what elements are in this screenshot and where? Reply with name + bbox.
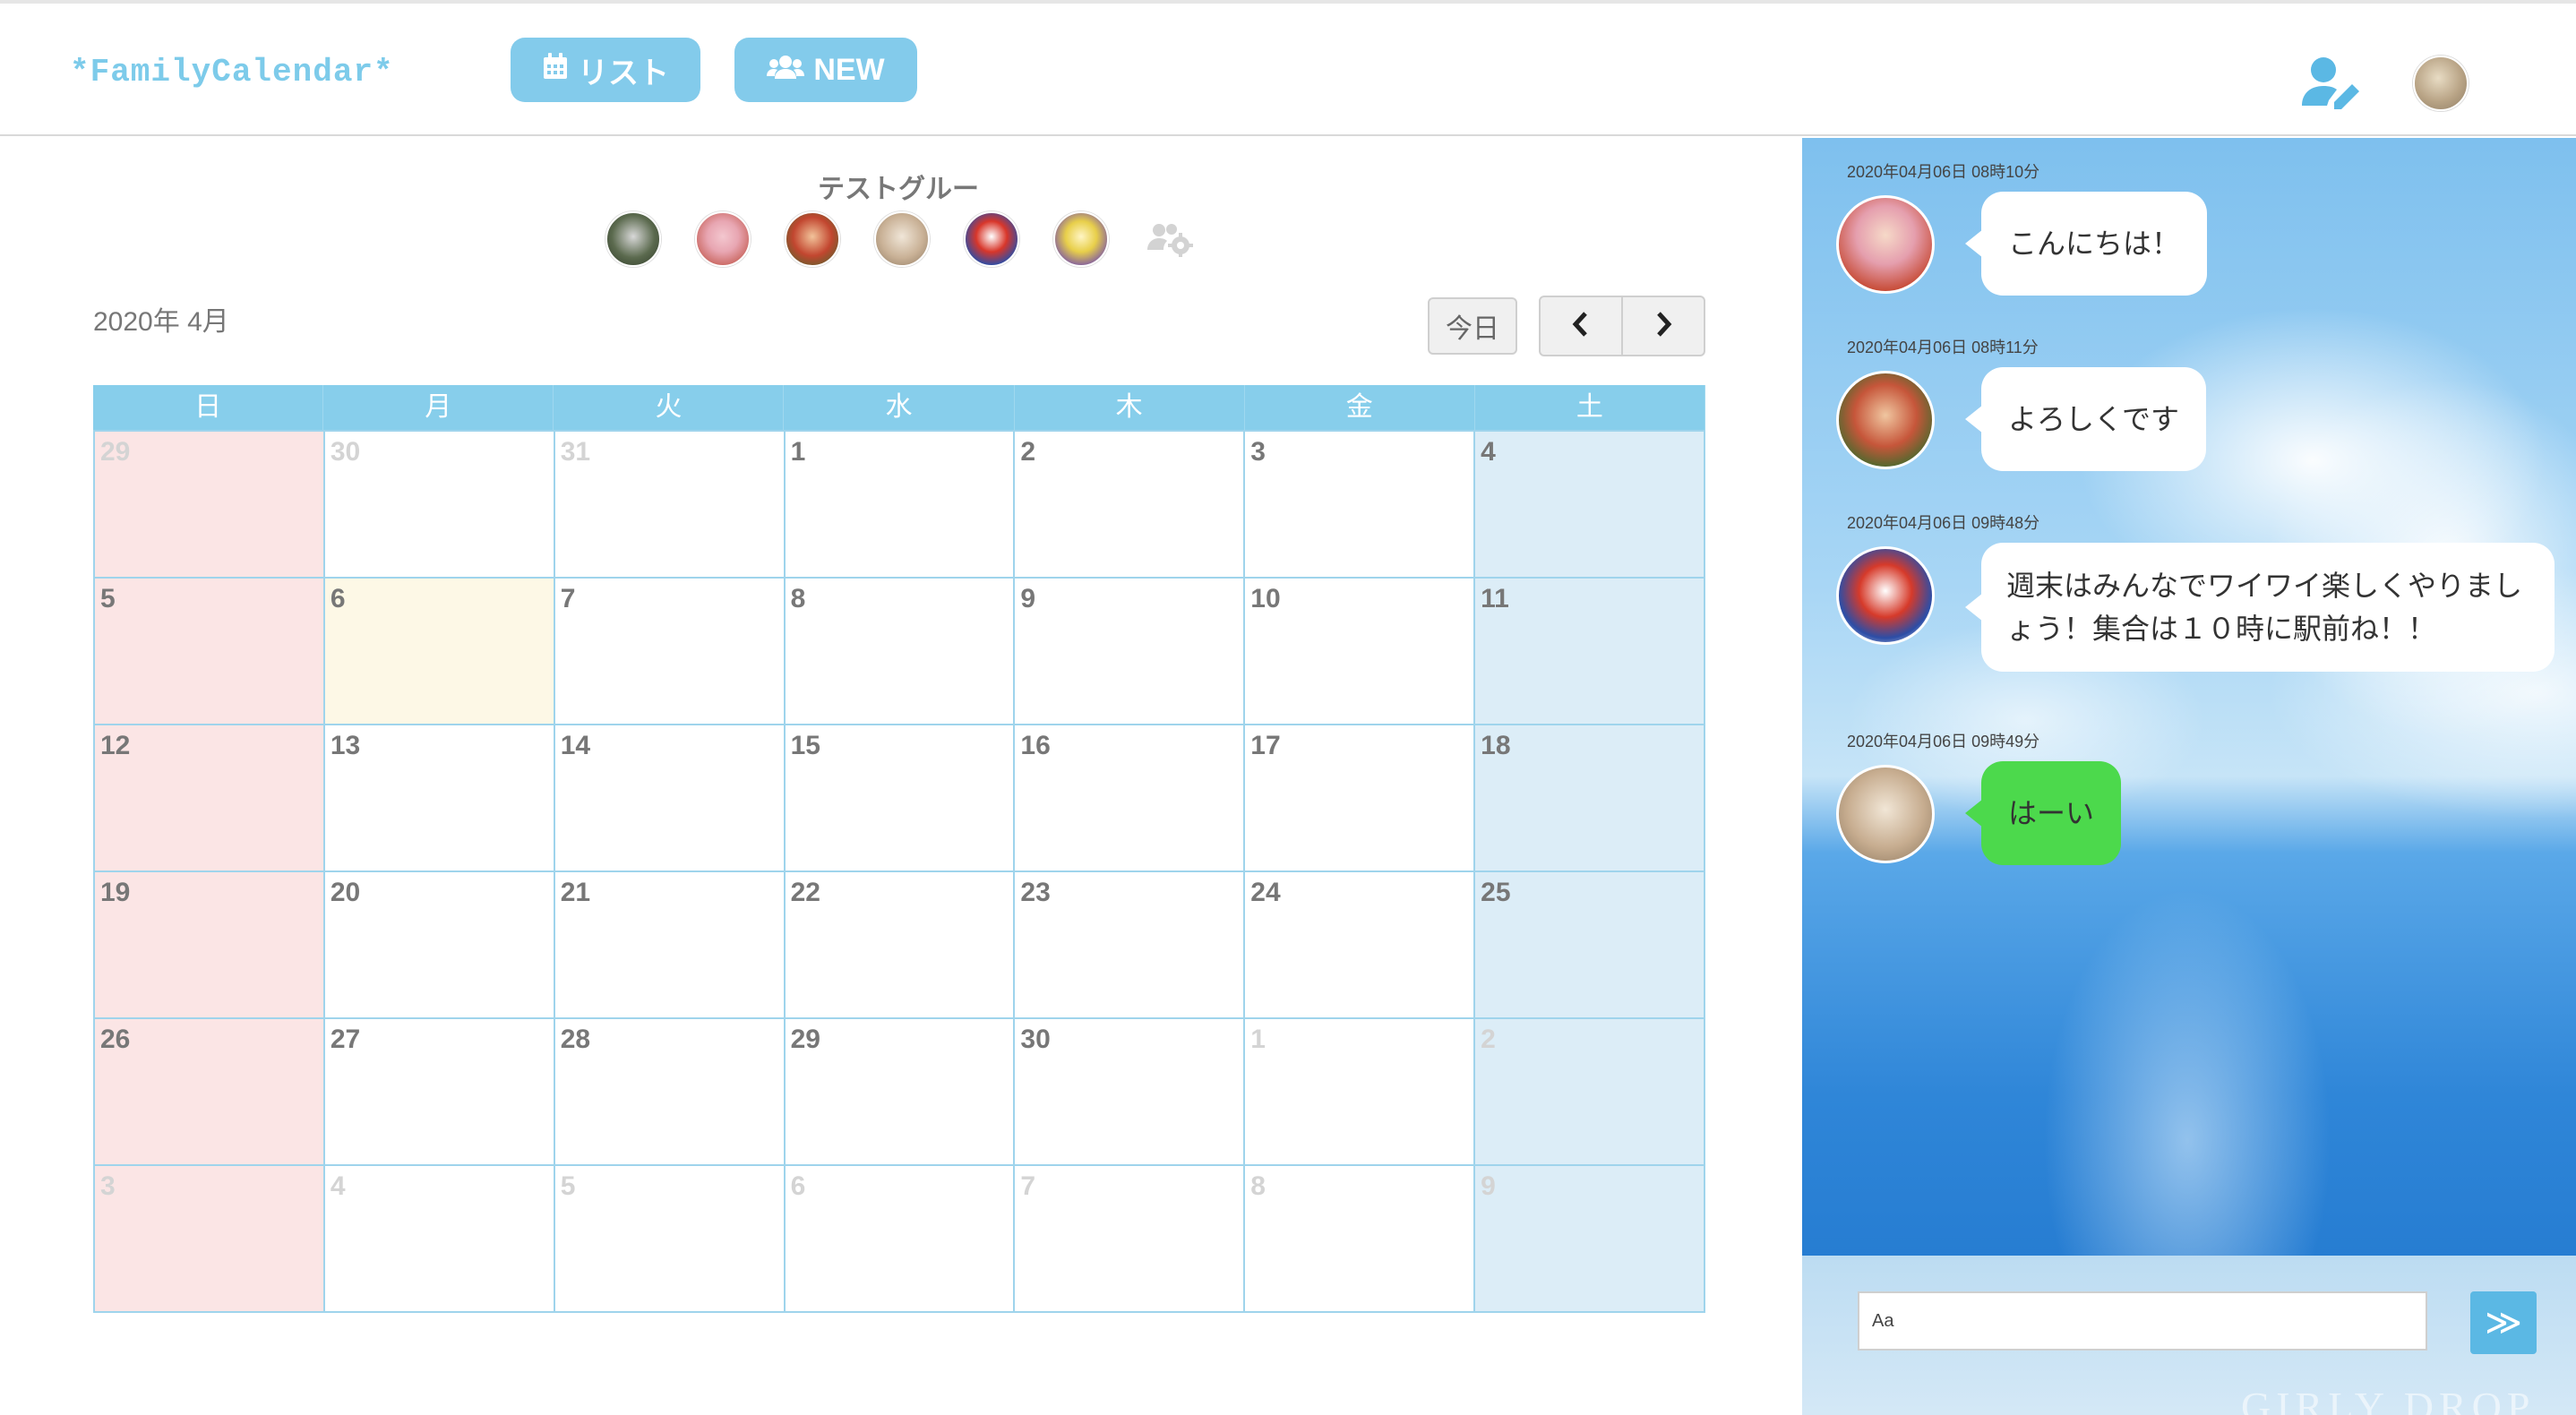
day-cell[interactable]: 8 xyxy=(785,579,1016,725)
day-cell[interactable]: 11 xyxy=(1475,579,1705,725)
message-timestamp: 2020年04月06日 09時48分 xyxy=(1847,514,2040,532)
weekday-header: 日 月 火 水 木 金 土 xyxy=(93,385,1705,430)
message-timestamp: 2020年04月06日 09時49分 xyxy=(1847,733,2040,750)
day-cell[interactable]: 9 xyxy=(1475,1166,1705,1313)
month-label: 2020年 4月 xyxy=(93,307,229,337)
day-cell[interactable]: 10 xyxy=(1245,579,1476,725)
day-cell[interactable]: 5 xyxy=(95,579,325,725)
user-edit-icon[interactable] xyxy=(2302,56,2363,109)
chat-panel: 2020年04月06日 08時10分 こんにちは！ 2020年04月06日 08… xyxy=(1802,138,2576,1415)
day-cell[interactable]: 17 xyxy=(1245,725,1476,872)
sender-avatar[interactable] xyxy=(1836,195,1935,294)
users-icon xyxy=(767,53,805,88)
weekday-label: 日 xyxy=(93,385,324,430)
app-logo[interactable]: *FamilyCalendar* xyxy=(70,54,394,90)
message-timestamp: 2020年04月06日 08時10分 xyxy=(1847,163,2040,181)
weekday-label: 火 xyxy=(554,385,785,430)
user-avatar[interactable] xyxy=(2413,56,2469,111)
day-cell[interactable]: 24 xyxy=(1245,872,1476,1019)
new-button[interactable]: NEW xyxy=(734,38,917,102)
day-cell[interactable]: 7 xyxy=(1015,1166,1246,1313)
day-cell[interactable]: 30 xyxy=(1015,1019,1246,1166)
chevron-left-icon xyxy=(1570,311,1592,342)
new-button-label: NEW xyxy=(813,52,885,87)
sender-avatar[interactable] xyxy=(1836,765,1935,863)
day-cell[interactable]: 28 xyxy=(554,1019,786,1166)
month-nav xyxy=(1539,296,1705,356)
day-cell[interactable]: 26 xyxy=(95,1019,325,1166)
day-cell[interactable]: 3 xyxy=(95,1166,325,1313)
day-cell[interactable]: 18 xyxy=(1475,725,1705,872)
day-cell[interactable]: 22 xyxy=(785,872,1016,1019)
day-cell-today[interactable]: 6 xyxy=(324,579,555,725)
day-grid: 29 30 31 1 2 3 4 5 6 7 8 9 10 11 12 13 1… xyxy=(93,430,1705,1313)
day-cell[interactable]: 21 xyxy=(554,872,786,1019)
list-button[interactable]: リスト xyxy=(511,38,700,102)
weekday-label: 木 xyxy=(1015,385,1245,430)
day-cell[interactable]: 27 xyxy=(324,1019,555,1166)
day-cell[interactable]: 1 xyxy=(785,432,1016,579)
users-cog-icon[interactable] xyxy=(1143,211,1198,267)
day-cell[interactable]: 4 xyxy=(1475,432,1705,579)
day-cell[interactable]: 31 xyxy=(554,432,786,579)
day-cell[interactable]: 9 xyxy=(1015,579,1246,725)
day-cell[interactable]: 2 xyxy=(1475,1019,1705,1166)
day-cell[interactable]: 8 xyxy=(1245,1166,1476,1313)
next-month-button[interactable] xyxy=(1621,297,1704,355)
day-cell[interactable]: 4 xyxy=(324,1166,555,1313)
day-cell[interactable]: 29 xyxy=(785,1019,1016,1166)
day-cell[interactable]: 14 xyxy=(554,725,786,872)
weekday-label: 水 xyxy=(784,385,1015,430)
day-cell[interactable]: 13 xyxy=(324,725,555,872)
day-cell[interactable]: 23 xyxy=(1015,872,1246,1019)
member-avatar[interactable] xyxy=(785,211,840,267)
calendar-icon xyxy=(542,52,569,89)
app-header: *FamilyCalendar* リスト NEW xyxy=(0,4,2576,136)
chevron-right-icon xyxy=(1653,311,1674,342)
weekday-label: 月 xyxy=(323,385,554,430)
day-cell[interactable]: 30 xyxy=(324,432,555,579)
day-cell[interactable]: 19 xyxy=(95,872,325,1019)
day-cell[interactable]: 2 xyxy=(1015,432,1246,579)
message-bubble: 週末はみんなでワイワイ楽しくやりましょう！集合は１０時に駅前ね！！ xyxy=(1965,543,2555,672)
group-members xyxy=(605,211,1198,267)
month-calendar: 日 月 火 水 木 金 土 29 30 31 1 2 3 4 5 6 7 8 9… xyxy=(93,385,1705,1313)
day-cell[interactable]: 3 xyxy=(1245,432,1476,579)
day-cell[interactable]: 15 xyxy=(785,725,1016,872)
day-cell[interactable]: 25 xyxy=(1475,872,1705,1019)
member-avatar[interactable] xyxy=(874,211,930,267)
day-cell[interactable]: 29 xyxy=(95,432,325,579)
member-avatar[interactable] xyxy=(605,211,661,267)
day-cell[interactable]: 7 xyxy=(554,579,786,725)
weekday-label: 金 xyxy=(1245,385,1475,430)
message-bubble: よろしくです xyxy=(1964,367,2207,471)
message-bubble: こんにちは！ xyxy=(1964,192,2208,296)
weekday-label: 土 xyxy=(1475,385,1705,430)
own-message-bubble: はーい xyxy=(1964,761,2122,865)
day-cell[interactable]: 20 xyxy=(324,872,555,1019)
member-avatar[interactable] xyxy=(1053,211,1109,267)
message-input[interactable] xyxy=(1858,1291,2427,1351)
send-button[interactable]: ≫ xyxy=(2470,1291,2537,1354)
prev-month-button[interactable] xyxy=(1541,297,1621,355)
day-cell[interactable]: 1 xyxy=(1245,1019,1476,1166)
today-button[interactable]: 今日 xyxy=(1428,297,1517,355)
background-watermark: GIRLY DROP xyxy=(2241,1384,2536,1415)
day-cell[interactable]: 12 xyxy=(95,725,325,872)
message-timestamp: 2020年04月06日 08時11分 xyxy=(1847,339,2039,356)
day-cell[interactable]: 16 xyxy=(1015,725,1246,872)
sender-avatar[interactable] xyxy=(1836,371,1935,469)
sender-avatar[interactable] xyxy=(1836,546,1935,645)
member-avatar[interactable] xyxy=(695,211,751,267)
day-cell[interactable]: 6 xyxy=(785,1166,1016,1313)
day-cell[interactable]: 5 xyxy=(554,1166,786,1313)
list-button-label: リスト xyxy=(578,56,669,90)
member-avatar[interactable] xyxy=(964,211,1019,267)
